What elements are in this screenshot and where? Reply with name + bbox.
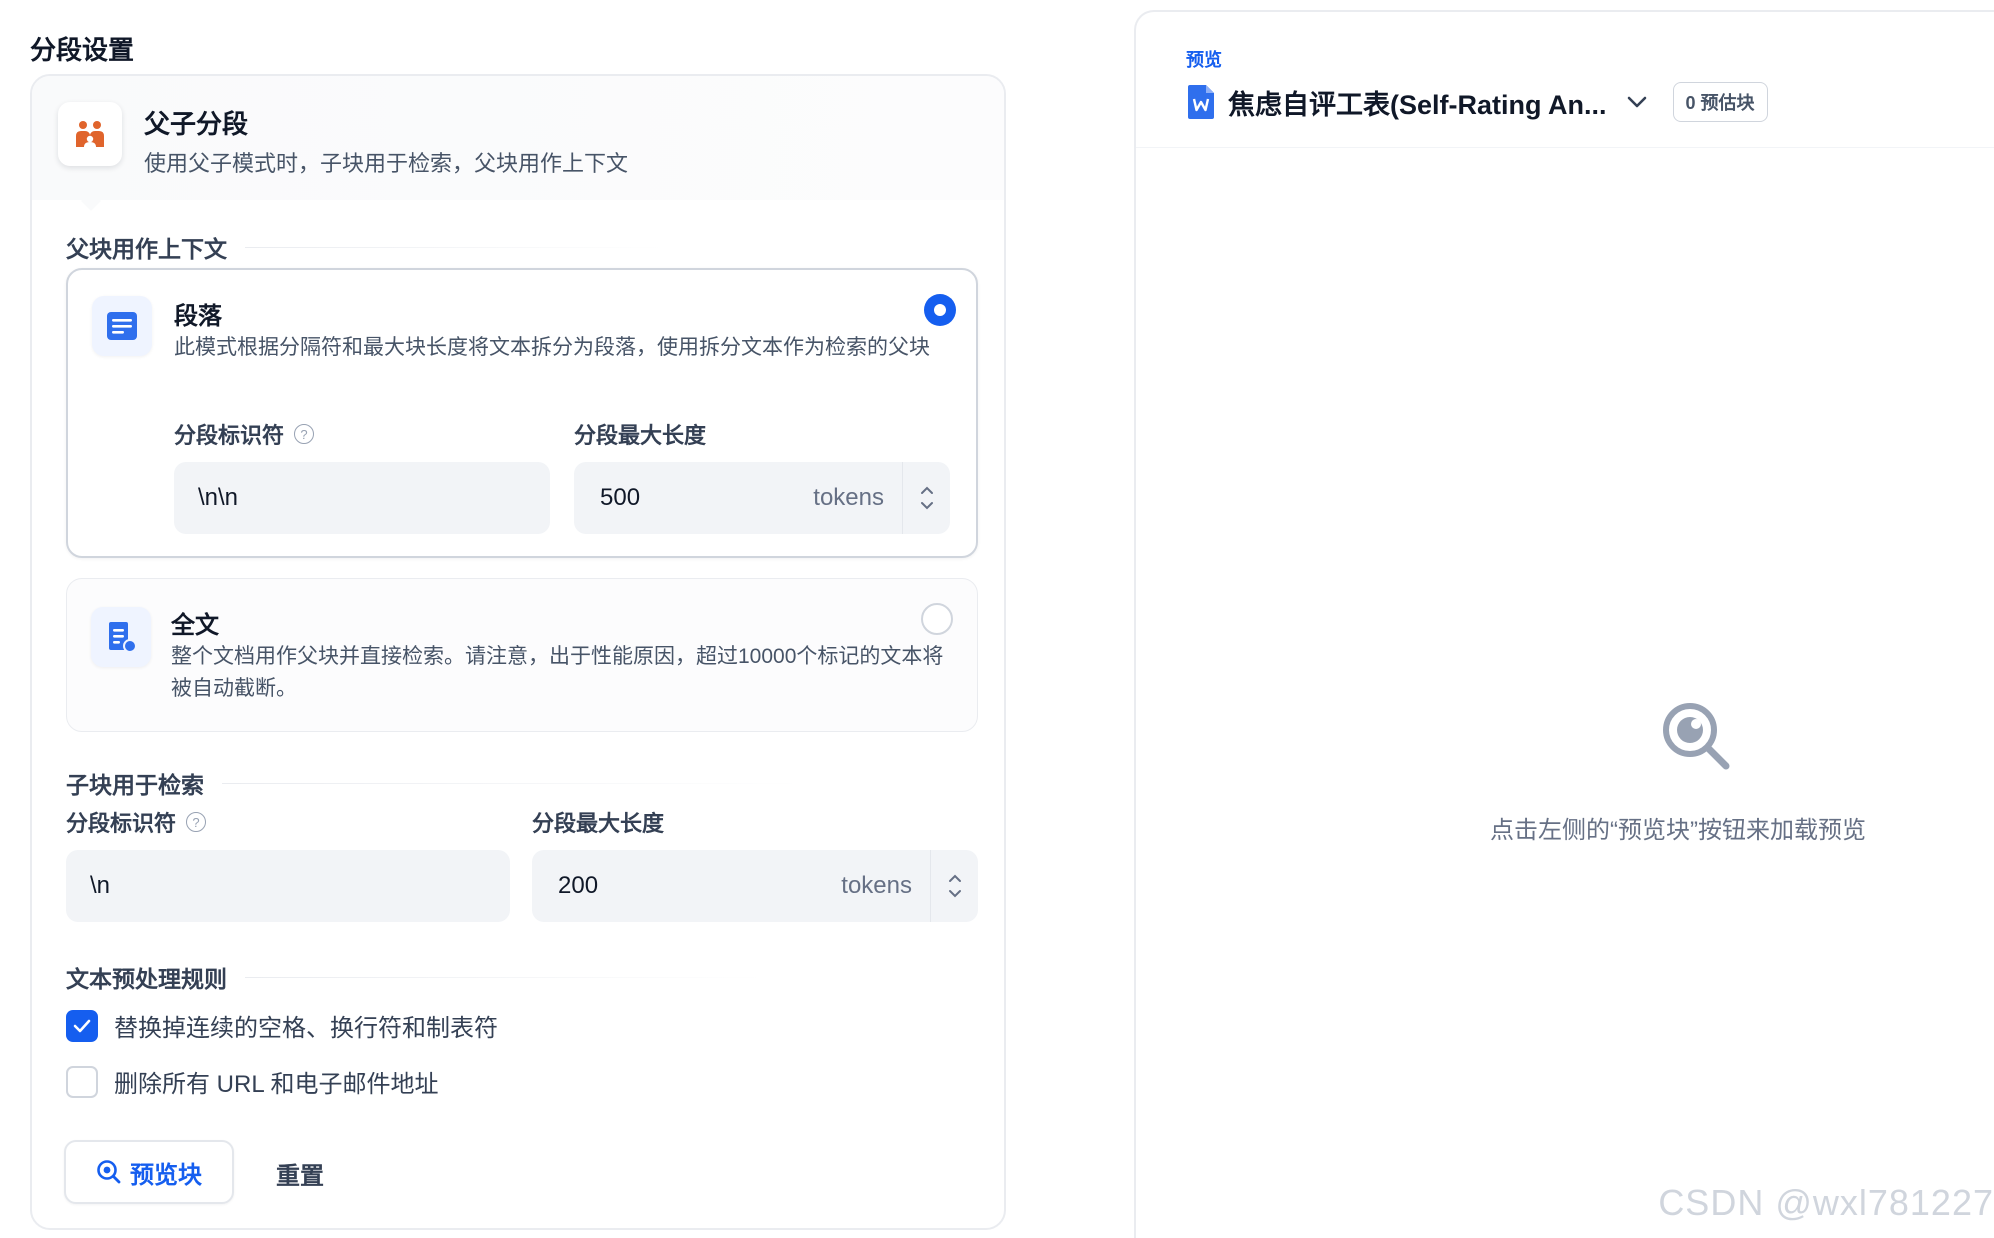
chevron-down-icon[interactable] [948, 889, 962, 898]
chevron-up-icon[interactable] [920, 486, 934, 495]
help-icon[interactable]: ? [294, 424, 315, 444]
preview-header: 预览 焦虑自评工表(Self-Rating An... 0 预估块 [1136, 12, 1994, 148]
rule-row-whitespace[interactable]: 替换掉连续的空格、换行符和制表符 [66, 1008, 498, 1043]
empty-preview-text: 点击左侧的“预览块”按钮来加载预览 [1490, 817, 1866, 844]
fulltext-title: 全文 [171, 612, 219, 639]
child-group-label-text: 子块用于检索 [66, 772, 204, 798]
watermark: CSDN @wxl781227 [1658, 1182, 1994, 1223]
preview-chunks-button[interactable]: 预览块 [64, 1140, 234, 1204]
child-group-label: 子块用于检索 [66, 766, 802, 800]
child-delimiter-input[interactable]: \n [66, 850, 510, 922]
paragraph-radio[interactable] [924, 294, 956, 326]
chevron-up-icon[interactable] [948, 874, 962, 883]
estimate-badge: 0 预估块 [1672, 82, 1768, 122]
child-delimiter-label: 分段标识符 ? [66, 806, 207, 838]
preview-chunks-label: 预览块 [130, 1161, 202, 1189]
parent-group-label-text: 父块用作上下文 [66, 236, 227, 262]
mode-header: 父子分段 使用父子模式时，子块用于检索，父块用作上下文 [32, 76, 1004, 200]
preview-panel: 预览 焦虑自评工表(Self-Rating An... 0 预估块 [1134, 10, 1994, 1238]
parent-max-length-label: 分段最大长度 [574, 423, 707, 448]
divider [222, 782, 802, 784]
preprocess-group-label: 文本预处理规则 [66, 960, 765, 994]
rule-checkbox-whitespace[interactable] [66, 1009, 98, 1042]
word-doc-icon [1188, 85, 1214, 119]
parent-length-stepper[interactable] [902, 462, 950, 534]
child-delimiter-label-text: 分段标识符 [66, 811, 177, 836]
preview-label: 预览 [1186, 50, 1222, 70]
document-selector[interactable]: 焦虑自评工表(Self-Rating An... 0 预估块 [1186, 82, 1768, 122]
child-max-length-label: 分段最大长度 [532, 811, 665, 836]
option-paragraph[interactable]: 段落 此模式根据分隔符和最大块长度将文本拆分为段落，使用拆分文本作为检索的父块 … [66, 268, 978, 558]
parent-delimiter-label-text: 分段标识符 [174, 423, 285, 448]
child-unit-label: tokens [841, 872, 912, 899]
mode-title: 父子分段 [144, 109, 249, 139]
fulltext-description: 整个文档用作父块并直接检索。请注意，出于性能原因，超过10000个标记的文本将被… [171, 645, 944, 700]
document-name: 焦虑自评工表(Self-Rating An... [1228, 89, 1607, 120]
option-fulltext[interactable]: 全文 整个文档用作父块并直接检索。请注意，出于性能原因，超过10000个标记的文… [66, 578, 978, 732]
divider [245, 246, 665, 248]
section-title: 分段设置 [30, 35, 135, 65]
search-eye-icon [1663, 703, 1730, 770]
check-icon [73, 1019, 91, 1032]
paragraph-description: 此模式根据分隔符和最大块长度将文本拆分为段落，使用拆分文本作为检索的父块 [174, 336, 930, 359]
parent-child-config-card: 父子分段 使用父子模式时，子块用于检索，父块用作上下文 父块用作上下文 段落 此… [30, 74, 1006, 1230]
chevron-down-icon[interactable] [920, 501, 934, 510]
mode-description: 使用父子模式时，子块用于检索，父块用作上下文 [144, 151, 629, 176]
chevron-down-icon[interactable] [1627, 96, 1647, 108]
rule-label-whitespace: 替换掉连续的空格、换行符和制表符 [114, 1015, 498, 1042]
document-icon [91, 607, 151, 667]
help-icon[interactable]: ? [186, 812, 207, 832]
child-max-length-input[interactable]: 200 tokens [532, 850, 978, 922]
child-max-length-value: 200 [558, 872, 599, 899]
paragraph-icon [92, 296, 152, 356]
parent-max-length-input[interactable]: 500 tokens [574, 462, 950, 534]
reset-button[interactable]: 重置 [276, 1156, 324, 1191]
parent-max-length-value: 500 [600, 484, 641, 511]
parent-unit-label: tokens [813, 484, 884, 511]
parent-child-icon [58, 102, 122, 166]
search-eye-icon [97, 1160, 121, 1184]
child-length-stepper[interactable] [930, 850, 978, 922]
parent-delimiter-label: 分段标识符 ? [174, 418, 315, 450]
rule-label-url: 删除所有 URL 和电子邮件地址 [114, 1071, 439, 1098]
preprocess-group-label-text: 文本预处理规则 [66, 966, 227, 992]
paragraph-title: 段落 [174, 303, 222, 330]
divider [245, 976, 765, 978]
parent-group-label: 父块用作上下文 [66, 230, 665, 264]
rule-row-url[interactable]: 删除所有 URL 和电子邮件地址 [66, 1064, 438, 1099]
rule-checkbox-url[interactable] [66, 1065, 98, 1098]
fulltext-radio[interactable] [921, 603, 953, 635]
parent-delimiter-input[interactable]: \n\n [174, 462, 550, 534]
